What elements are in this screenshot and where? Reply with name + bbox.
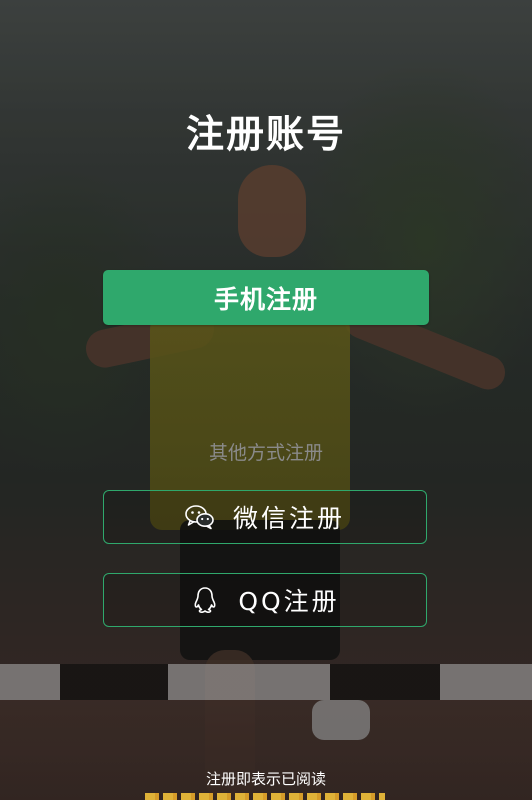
qq-penguin-icon (190, 585, 220, 615)
wechat-register-button[interactable]: 微信注册 (103, 490, 427, 544)
qq-register-label: QQ注册 (238, 587, 340, 616)
page-title: 注册账号 (185, 112, 346, 156)
terms-link-cutoff[interactable] (145, 793, 385, 800)
qq-register-button[interactable]: QQ注册 (103, 573, 427, 627)
terms-notice: 注册即表示已阅读 (205, 770, 326, 788)
other-methods-label: 其他方式注册 (208, 442, 323, 464)
phone-register-button[interactable]: 手机注册 (103, 270, 429, 325)
wechat-icon (185, 502, 215, 532)
wechat-register-label: 微信注册 (232, 504, 345, 533)
